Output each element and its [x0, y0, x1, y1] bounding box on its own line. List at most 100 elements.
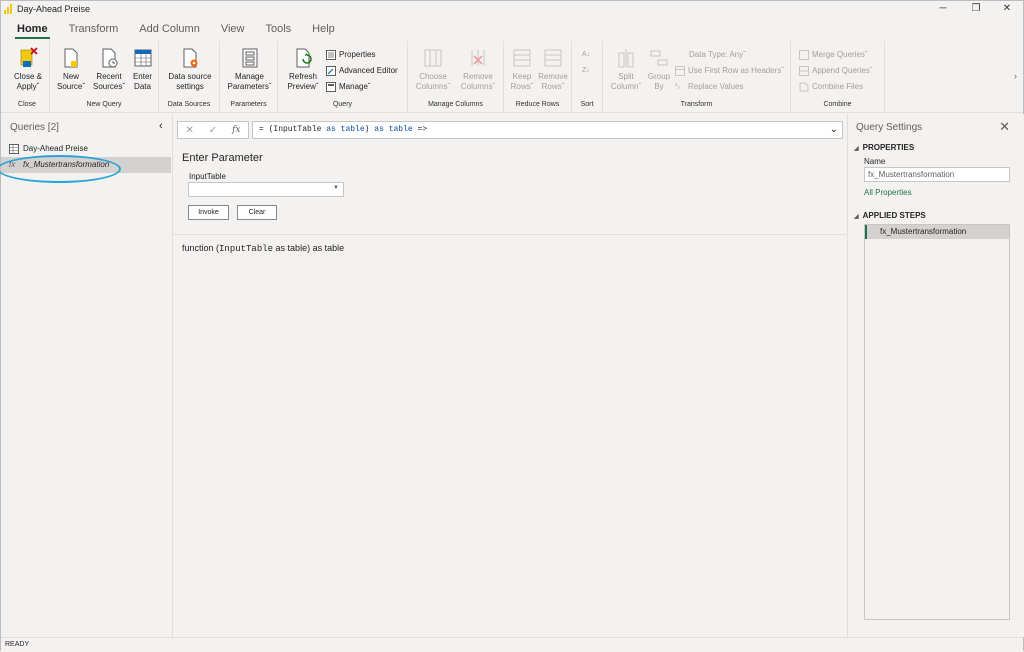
- formula-input[interactable]: = (InputTable as table) as table => ⌄: [252, 121, 843, 139]
- parameter-title: Enter Parameter: [182, 152, 263, 164]
- remove-rows-button[interactable]: Remove Rowsˇ: [537, 47, 569, 92]
- replace-values-icon: ¹₂: [675, 83, 681, 90]
- ribbon: Close & Applyˇ Close New Sourceˇ Recent …: [1, 41, 1023, 113]
- function-invoke-panel: Enter Parameter InputTable ▼ Invoke Clea…: [173, 141, 846, 637]
- tab-transform[interactable]: Transform: [61, 17, 127, 41]
- keep-rows-icon: [512, 47, 532, 69]
- insert-function-icon[interactable]: fx: [232, 125, 240, 135]
- group-combine: Merge Queries ˇ Append Queries ˇ Combine F…: [791, 41, 885, 113]
- manage-parameters-button[interactable]: Manage Parametersˇ: [223, 47, 276, 92]
- append-queries-icon: [799, 66, 809, 76]
- remove-columns-button[interactable]: Remove Columnsˇ: [456, 47, 500, 92]
- first-row-icon: [675, 66, 685, 76]
- chevron-down-icon: ˇ: [447, 82, 451, 91]
- input-table-select[interactable]: ▼: [188, 182, 344, 197]
- title-bar: Day-Ahead Preise ─ ❐ ✕: [1, 1, 1023, 17]
- split-column-button[interactable]: Split Columnˇ: [606, 47, 646, 92]
- choose-columns-label-2: Columns: [415, 82, 448, 91]
- close-pane-icon[interactable]: ✕: [999, 119, 1010, 135]
- merge-queries-button[interactable]: Merge Queries ˇ: [799, 48, 868, 62]
- formula-type: table: [340, 125, 365, 134]
- minimize-icon[interactable]: ─: [928, 1, 958, 17]
- divider: [173, 234, 846, 235]
- query-item-label: Day-Ahead Preise: [23, 144, 88, 153]
- query-item-day-ahead-preise[interactable]: Day-Ahead Preise: [1, 141, 171, 157]
- enter-data-icon: [133, 47, 153, 69]
- close-window-icon[interactable]: ✕: [992, 1, 1022, 17]
- combine-files-icon: [799, 82, 809, 92]
- tab-help[interactable]: Help: [304, 17, 343, 41]
- recent-sources-label-2: Sources: [92, 82, 123, 91]
- function-signature: function (InputTable as table) as table: [182, 243, 344, 254]
- commit-formula-icon[interactable]: ✓: [209, 125, 217, 136]
- applied-steps-section-header[interactable]: ◢ APPLIED STEPS: [854, 211, 926, 220]
- keep-rows-button[interactable]: Keep Rowsˇ: [508, 47, 536, 92]
- manage-parameters-label: Manage: [235, 72, 264, 81]
- all-properties-link[interactable]: All Properties: [864, 188, 912, 197]
- table-icon: [9, 144, 19, 154]
- enter-data-label: Enter: [132, 72, 153, 81]
- group-by-button[interactable]: Group By: [647, 47, 671, 92]
- properties-button[interactable]: Properties: [326, 48, 375, 62]
- keep-rows-label: Keep: [512, 72, 532, 81]
- sort-ascending-icon: A↓: [582, 51, 591, 58]
- queries-header: Queries [2]: [10, 122, 59, 133]
- manage-query-button[interactable]: Manage ˇ: [326, 80, 371, 94]
- ribbon-scroll-right-icon[interactable]: ›: [1014, 71, 1017, 81]
- collapse-triangle-icon: ◢: [854, 214, 859, 220]
- advanced-editor-button[interactable]: Advanced Editor: [326, 64, 398, 78]
- refresh-preview-label-2: Preview: [287, 82, 316, 91]
- expand-formula-icon[interactable]: ⌄: [830, 122, 838, 138]
- group-label-new-query: New Query: [86, 101, 122, 108]
- use-first-row-button[interactable]: Use First Row as Headers ˇ: [675, 64, 784, 78]
- ribbon-tabs: Home Transform Add Column View Tools Hel…: [1, 17, 1023, 41]
- close-apply-button[interactable]: Close & Applyˇ: [9, 47, 47, 92]
- manage-icon: [326, 82, 336, 92]
- refresh-preview-button[interactable]: Refresh Previewˇ: [284, 47, 322, 92]
- signature-param: InputTable: [219, 244, 274, 254]
- query-name-input[interactable]: fx_Mustertransformation: [864, 167, 1010, 182]
- cancel-formula-icon[interactable]: ✕: [185, 125, 193, 136]
- applied-steps-heading: APPLIED STEPS: [862, 211, 926, 220]
- collapse-triangle-icon: ◢: [854, 146, 859, 152]
- append-queries-button[interactable]: Append Queries ˇ: [799, 64, 873, 78]
- manage-parameters-icon: [240, 47, 260, 69]
- combine-files-button[interactable]: Combine Files: [799, 80, 863, 94]
- invoke-button[interactable]: Invoke: [188, 205, 229, 220]
- tab-home[interactable]: Home: [9, 17, 56, 41]
- formula-arrow: =>: [412, 125, 428, 134]
- group-transform: Split Columnˇ Group By Data Type: Any ˇ U…: [603, 41, 791, 113]
- choose-columns-button[interactable]: Choose Columnsˇ: [412, 47, 454, 92]
- replace-values-button[interactable]: ¹₂ Replace Values: [675, 80, 743, 94]
- advanced-editor-label: Advanced Editor: [339, 66, 398, 75]
- clear-button[interactable]: Clear: [237, 205, 277, 220]
- new-source-label: New: [62, 72, 79, 81]
- group-label-parameters: Parameters: [230, 101, 267, 108]
- enter-data-button[interactable]: Enter Data: [130, 47, 155, 92]
- group-label-manage-columns: Manage Columns: [428, 101, 483, 108]
- data-source-settings-button[interactable]: Data source settings: [163, 47, 217, 92]
- restore-icon[interactable]: ❐: [961, 1, 991, 17]
- group-parameters: Manage Parametersˇ Parameters: [220, 41, 278, 113]
- formula-bar: ✕ ✓ fx = (InputTable as table) as table …: [177, 121, 843, 139]
- parameter-label: InputTable: [189, 172, 226, 181]
- query-settings-title: Query Settings: [856, 122, 923, 133]
- merge-queries-icon: [799, 50, 809, 60]
- formula-param: InputTable: [273, 125, 322, 134]
- tab-view[interactable]: View: [213, 17, 253, 41]
- applied-step-item[interactable]: fx_Mustertransformation: [865, 225, 1009, 239]
- sort-ascending-button[interactable]: A↓: [582, 48, 590, 62]
- window-title: Day-Ahead Preise: [17, 4, 91, 14]
- new-source-button[interactable]: New Sourceˇ: [54, 47, 88, 92]
- data-type-dropdown[interactable]: Data Type: Any ˇ: [675, 48, 746, 62]
- recent-sources-button[interactable]: Recent Sourcesˇ: [90, 47, 128, 92]
- tab-add-column[interactable]: Add Column: [131, 17, 208, 41]
- group-label-transform: Transform: [680, 101, 713, 108]
- status-bar: READY: [1, 637, 1023, 652]
- replace-values-label: Replace Values: [688, 82, 744, 91]
- collapse-pane-icon[interactable]: ‹: [159, 120, 163, 132]
- sort-descending-button[interactable]: Z↓: [582, 64, 590, 78]
- tab-tools[interactable]: Tools: [257, 17, 299, 41]
- close-apply-icon: [18, 47, 38, 69]
- properties-section-header[interactable]: ◢ PROPERTIES: [854, 143, 914, 152]
